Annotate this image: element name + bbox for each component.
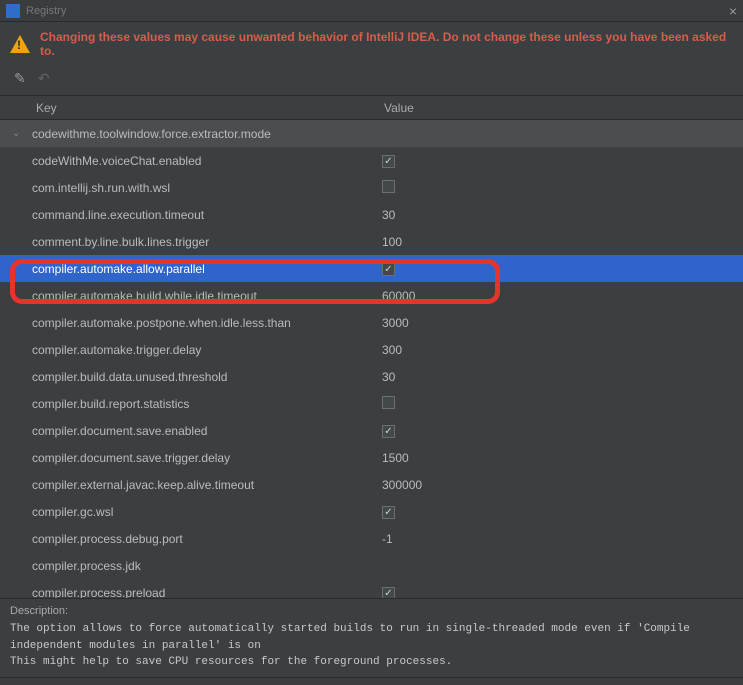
table-row[interactable]: compiler.process.jdk — [0, 552, 743, 579]
registry-key: compiler.build.data.unused.threshold — [26, 370, 382, 384]
table-row[interactable]: compiler.automake.build.while.idle.timeo… — [0, 282, 743, 309]
registry-value[interactable]: 60000 — [382, 289, 743, 303]
registry-key: compiler.external.javac.keep.alive.timeo… — [26, 478, 382, 492]
checkbox[interactable] — [382, 587, 395, 598]
registry-key: compiler.automake.allow.parallel — [26, 262, 382, 276]
registry-table: Key Value ⌄ codewithme.toolwindow.force.… — [0, 95, 743, 599]
table-row[interactable]: compiler.document.save.trigger.delay1500 — [0, 444, 743, 471]
registry-value[interactable]: 300000 — [382, 478, 743, 492]
registry-key: codeWithMe.voiceChat.enabled — [26, 154, 382, 168]
table-row[interactable]: compiler.build.report.statistics — [0, 390, 743, 417]
window-title: Registry — [26, 5, 729, 17]
table-row[interactable]: compiler.automake.trigger.delay300 — [0, 336, 743, 363]
description-body: The option allows to force automatically… — [10, 621, 733, 671]
table-row[interactable]: compiler.process.preload — [0, 579, 743, 598]
table-row[interactable]: compiler.build.data.unused.threshold30 — [0, 363, 743, 390]
registry-value[interactable] — [382, 153, 743, 168]
registry-value[interactable]: 300 — [382, 343, 743, 357]
footer — [0, 677, 743, 685]
registry-key: compiler.automake.postpone.when.idle.les… — [26, 316, 382, 330]
app-icon — [6, 4, 20, 18]
warning-banner: Changing these values may cause unwanted… — [0, 22, 743, 66]
registry-key: compiler.build.report.statistics — [26, 397, 382, 411]
registry-key: compiler.document.save.enabled — [26, 424, 382, 438]
checkbox[interactable] — [382, 180, 395, 193]
table-row[interactable]: compiler.process.debug.port-1 — [0, 525, 743, 552]
warning-text: Changing these values may cause unwanted… — [40, 30, 733, 58]
chevron-down-icon: ⌄ — [12, 128, 26, 139]
warning-icon — [10, 35, 30, 53]
toolbar: ✎ ↶ — [0, 66, 743, 95]
checkbox[interactable] — [382, 263, 395, 276]
registry-value[interactable]: -1 — [382, 532, 743, 546]
undo-icon[interactable]: ↶ — [38, 70, 50, 87]
column-value[interactable]: Value — [380, 101, 743, 115]
registry-key: codewithme.toolwindow.force.extractor.mo… — [26, 127, 382, 141]
description-panel: Description: The option allows to force … — [0, 599, 743, 677]
edit-icon[interactable]: ✎ — [14, 70, 26, 87]
registry-value[interactable] — [382, 423, 743, 438]
table-body[interactable]: ⌄ codewithme.toolwindow.force.extractor.… — [0, 120, 743, 598]
registry-key: compiler.process.preload — [26, 586, 382, 599]
table-header: Key Value — [0, 96, 743, 120]
registry-value[interactable] — [382, 585, 743, 598]
table-row[interactable]: compiler.external.javac.keep.alive.timeo… — [0, 471, 743, 498]
titlebar: Registry × — [0, 0, 743, 22]
registry-value[interactable]: 1500 — [382, 451, 743, 465]
registry-key: comment.by.line.bulk.lines.trigger — [26, 235, 382, 249]
checkbox[interactable] — [382, 155, 395, 168]
registry-key: compiler.automake.build.while.idle.timeo… — [26, 289, 382, 303]
table-row[interactable]: com.intellij.sh.run.with.wsl — [0, 174, 743, 201]
close-icon[interactable]: × — [729, 3, 737, 19]
modified-section-row[interactable]: ⌄ codewithme.toolwindow.force.extractor.… — [0, 120, 743, 147]
checkbox[interactable] — [382, 396, 395, 409]
registry-key: compiler.process.debug.port — [26, 532, 382, 546]
table-row[interactable]: comment.by.line.bulk.lines.trigger100 — [0, 228, 743, 255]
registry-value[interactable]: 30 — [382, 370, 743, 384]
registry-key: com.intellij.sh.run.with.wsl — [26, 181, 382, 195]
table-row[interactable]: compiler.automake.allow.parallel — [0, 255, 743, 282]
table-row[interactable]: codeWithMe.voiceChat.enabled — [0, 147, 743, 174]
checkbox[interactable] — [382, 506, 395, 519]
registry-value[interactable] — [382, 504, 743, 519]
registry-key: compiler.process.jdk — [26, 559, 382, 573]
registry-key: compiler.document.save.trigger.delay — [26, 451, 382, 465]
table-row[interactable]: compiler.document.save.enabled — [0, 417, 743, 444]
table-row[interactable]: compiler.automake.postpone.when.idle.les… — [0, 309, 743, 336]
registry-value[interactable] — [382, 396, 743, 412]
checkbox[interactable] — [382, 425, 395, 438]
registry-value[interactable]: 30 — [382, 208, 743, 222]
table-row[interactable]: command.line.execution.timeout30 — [0, 201, 743, 228]
column-key[interactable]: Key — [0, 101, 380, 115]
registry-value[interactable] — [382, 261, 743, 276]
registry-key: compiler.gc.wsl — [26, 505, 382, 519]
registry-key: compiler.automake.trigger.delay — [26, 343, 382, 357]
registry-value[interactable] — [382, 180, 743, 196]
description-label: Description: — [10, 605, 733, 617]
table-row[interactable]: compiler.gc.wsl — [0, 498, 743, 525]
registry-value[interactable]: 3000 — [382, 316, 743, 330]
registry-value[interactable]: 100 — [382, 235, 743, 249]
registry-key: command.line.execution.timeout — [26, 208, 382, 222]
